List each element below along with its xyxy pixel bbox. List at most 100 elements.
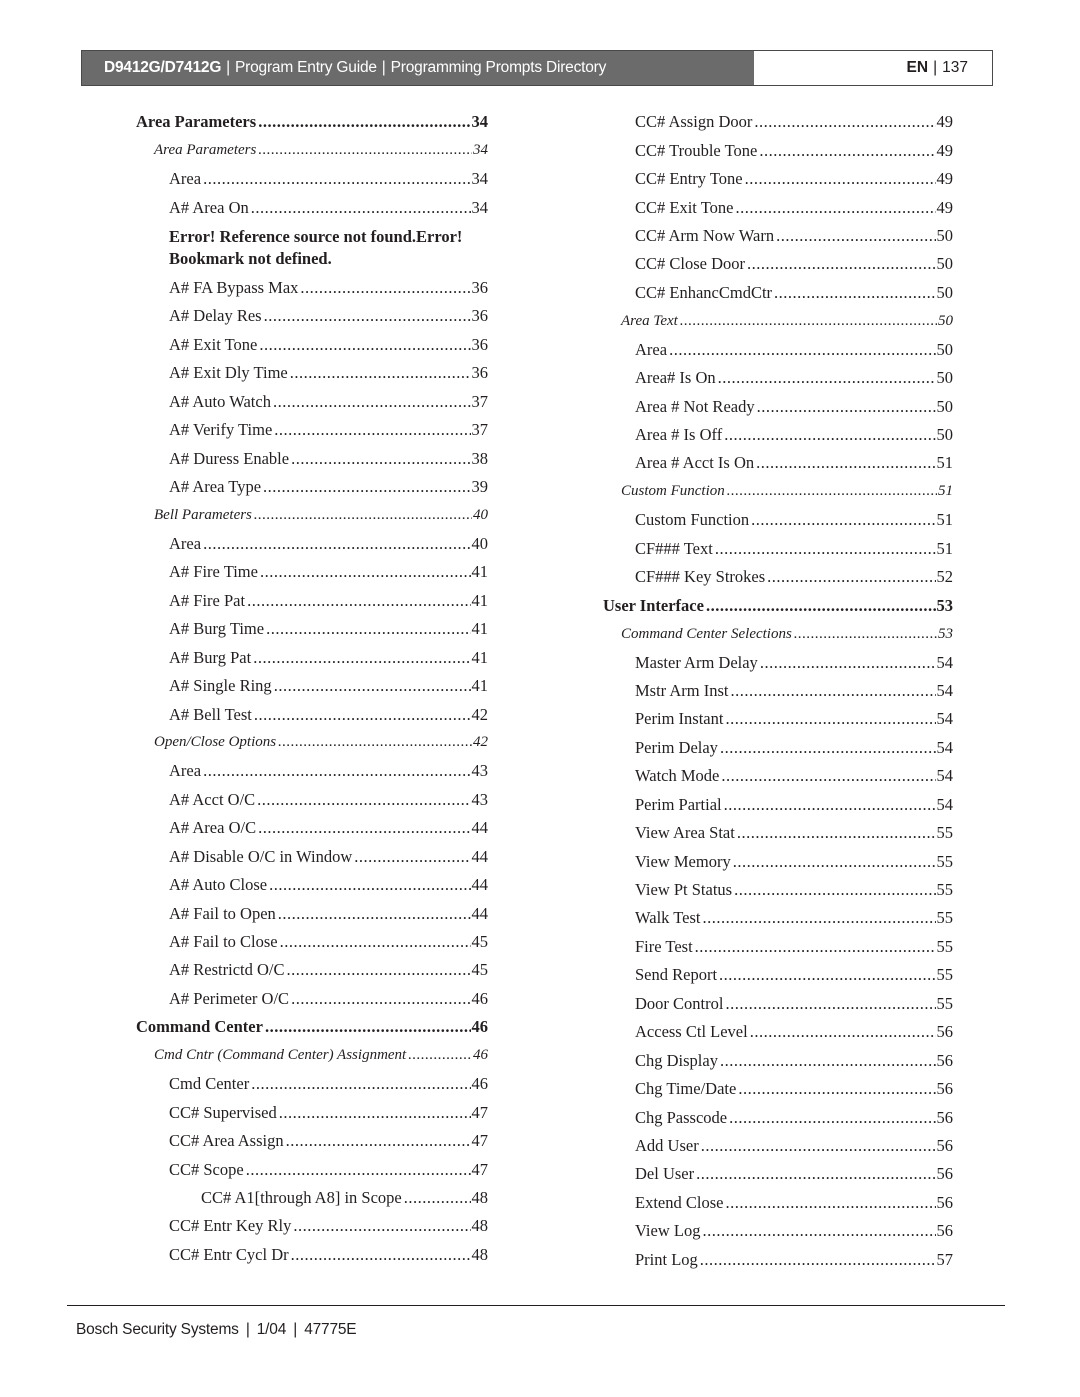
toc-entry[interactable]: Mstr Arm Inst 54 bbox=[603, 677, 953, 705]
toc-entry[interactable]: Perim Instant 54 bbox=[603, 705, 953, 733]
toc-entry[interactable]: Area# Is On 50 bbox=[603, 364, 953, 392]
toc-entry[interactable]: CC# Entry Tone 49 bbox=[603, 165, 953, 193]
toc-entry[interactable]: Chg Time/Date 56 bbox=[603, 1075, 953, 1103]
toc-entry[interactable]: Area # Acct Is On 51 bbox=[603, 449, 953, 477]
toc-subheading[interactable]: Cmd Cntr (Command Center) Assignment 46 bbox=[136, 1042, 488, 1070]
toc-entry[interactable]: View Log 56 bbox=[603, 1217, 953, 1245]
toc-entry[interactable]: A# Fail to Close 45 bbox=[136, 928, 488, 956]
toc-entry[interactable]: Print Log 57 bbox=[603, 1246, 953, 1274]
toc-dot-leader bbox=[774, 283, 935, 303]
toc-entry[interactable]: View Area Stat 55 bbox=[603, 819, 953, 847]
toc-entry[interactable]: Cmd Center 46 bbox=[136, 1070, 488, 1098]
toc-entry[interactable]: A# Fail to Open 44 bbox=[136, 899, 488, 927]
toc-entry-label: CC# Supervised bbox=[169, 1102, 278, 1123]
toc-entry[interactable]: CC# Entr Cycl Dr 48 bbox=[136, 1241, 488, 1269]
toc-entry-label: Area# Is On bbox=[635, 368, 717, 389]
toc-entry[interactable]: A# Auto Close 44 bbox=[136, 871, 488, 899]
toc-entry[interactable]: CC# Supervised 47 bbox=[136, 1098, 488, 1126]
toc-entry[interactable]: Master Arm Delay 54 bbox=[603, 648, 953, 676]
header-page-box: EN | 137 bbox=[754, 51, 992, 85]
toc-entry[interactable]: CF### Text 51 bbox=[603, 535, 953, 563]
toc-entry[interactable]: Del User 56 bbox=[603, 1160, 953, 1188]
toc-entry-page: 56 bbox=[936, 1164, 954, 1184]
toc-dot-leader bbox=[767, 567, 935, 587]
toc-entry-label: A# Fail to Close bbox=[169, 932, 279, 953]
toc-subheading[interactable]: Area Parameters 34 bbox=[136, 136, 488, 164]
toc-entry[interactable]: A# Burg Pat 41 bbox=[136, 643, 488, 671]
toc-entry[interactable]: A# Fire Time 41 bbox=[136, 558, 488, 586]
toc-entry[interactable]: A# Restrictd O/C 45 bbox=[136, 956, 488, 984]
toc-entry[interactable]: CC# Area Assign 47 bbox=[136, 1127, 488, 1155]
toc-entry[interactable]: A# Verify Time 37 bbox=[136, 416, 488, 444]
toc-subheading[interactable]: Area Text 50 bbox=[603, 307, 953, 335]
toc-entry[interactable]: Custom Function 51 bbox=[603, 506, 953, 534]
toc-entry[interactable]: A# Fire Pat 41 bbox=[136, 587, 488, 615]
toc-entry-label: A# Perimeter O/C bbox=[169, 988, 291, 1009]
toc-entry[interactable]: A# Exit Dly Time 36 bbox=[136, 359, 488, 387]
toc-subheading[interactable]: Bell Parameters 40 bbox=[136, 501, 488, 529]
toc-heading[interactable]: User Interface 53 bbox=[603, 591, 953, 619]
toc-entry-label: A# Auto Watch bbox=[169, 391, 272, 412]
toc-entry[interactable]: Area 43 bbox=[136, 757, 488, 785]
toc-entry[interactable]: View Memory 55 bbox=[603, 847, 953, 875]
toc-entry[interactable]: Walk Test 55 bbox=[603, 904, 953, 932]
toc-heading[interactable]: Command Center 46 bbox=[136, 1013, 488, 1041]
toc-entry[interactable]: Watch Mode 54 bbox=[603, 762, 953, 790]
toc-entry[interactable]: View Pt Status 55 bbox=[603, 876, 953, 904]
toc-entry[interactable]: CC# Trouble Tone 49 bbox=[603, 136, 953, 164]
toc-entry[interactable]: Area 50 bbox=[603, 336, 953, 364]
toc-entry[interactable]: A# Disable O/C in Window 44 bbox=[136, 843, 488, 871]
toc-entry[interactable]: CC# Close Door 50 bbox=[603, 250, 953, 278]
toc-entry-page: 46 bbox=[473, 1047, 488, 1064]
toc-entry[interactable]: Access Ctl Level 56 bbox=[603, 1018, 953, 1046]
toc-subheading[interactable]: Command Center Selections 53 bbox=[603, 620, 953, 648]
toc-entry[interactable]: Door Control 55 bbox=[603, 990, 953, 1018]
toc-entry[interactable]: A# Single Ring 41 bbox=[136, 672, 488, 700]
toc-entry[interactable]: Add User 56 bbox=[603, 1132, 953, 1160]
toc-entry-label: Command Center bbox=[136, 1017, 264, 1038]
toc-entry[interactable]: A# Duress Enable 38 bbox=[136, 444, 488, 472]
toc-entry[interactable]: A# Area Type 39 bbox=[136, 473, 488, 501]
toc-entry[interactable]: A# Auto Watch 37 bbox=[136, 388, 488, 416]
toc-entry[interactable]: Chg Display 56 bbox=[603, 1046, 953, 1074]
toc-entry-page: 49 bbox=[936, 197, 954, 217]
toc-entry[interactable]: A# Delay Res 36 bbox=[136, 302, 488, 330]
toc-entry[interactable]: CC# Entr Key Rly 48 bbox=[136, 1212, 488, 1240]
toc-entry[interactable]: A# FA Bypass Max 36 bbox=[136, 274, 488, 302]
toc-entry[interactable]: CC# Exit Tone 49 bbox=[603, 193, 953, 221]
toc-entry[interactable]: A# Area O/C 44 bbox=[136, 814, 488, 842]
toc-entry-page: 36 bbox=[471, 306, 489, 326]
toc-entry[interactable]: Perim Partial 54 bbox=[603, 791, 953, 819]
toc-heading[interactable]: Area Parameters 34 bbox=[136, 108, 488, 136]
toc-entry[interactable]: A# Perimeter O/C 46 bbox=[136, 985, 488, 1013]
toc-entry-page: 43 bbox=[471, 789, 489, 809]
toc-entry[interactable]: Area # Not Ready 50 bbox=[603, 392, 953, 420]
toc-entry[interactable]: Area # Is Off 50 bbox=[603, 421, 953, 449]
toc-entry[interactable]: A# Acct O/C 43 bbox=[136, 786, 488, 814]
toc-entry[interactable]: Area 34 bbox=[136, 165, 488, 193]
toc-entry[interactable]: A# Bell Test 42 bbox=[136, 700, 488, 728]
toc-entry[interactable]: Perim Delay 54 bbox=[603, 734, 953, 762]
toc-entry-label: A# Delay Res bbox=[169, 306, 263, 327]
toc-entry[interactable]: A# Area On 34 bbox=[136, 193, 488, 221]
toc-subheading[interactable]: Open/Close Options 42 bbox=[136, 729, 488, 757]
toc-entry[interactable]: CC# EnhancCmdCtr 50 bbox=[603, 279, 953, 307]
toc-entry[interactable]: CC# Assign Door 49 bbox=[603, 108, 953, 136]
toc-entry-label: View Memory bbox=[635, 851, 732, 872]
toc-entry[interactable]: CF### Key Strokes 52 bbox=[603, 563, 953, 591]
toc-subheading[interactable]: Custom Function 51 bbox=[603, 478, 953, 506]
toc-entry-label: CC# EnhancCmdCtr bbox=[635, 282, 774, 303]
toc-entry[interactable]: CC# A1[through A8] in Scope 48 bbox=[136, 1184, 488, 1212]
toc-entry[interactable]: A# Burg Time 41 bbox=[136, 615, 488, 643]
toc-entry[interactable]: Area 40 bbox=[136, 530, 488, 558]
toc-entry[interactable]: Extend Close 56 bbox=[603, 1189, 953, 1217]
toc-entry[interactable]: Fire Test 55 bbox=[603, 933, 953, 961]
toc-error-entry[interactable]: Error! Reference source not found.Error!… bbox=[136, 222, 488, 274]
toc-entry[interactable]: Send Report 55 bbox=[603, 961, 953, 989]
toc-entry[interactable]: A# Exit Tone 36 bbox=[136, 331, 488, 359]
toc-entry[interactable]: Chg Passcode 56 bbox=[603, 1103, 953, 1131]
toc-entry[interactable]: CC# Scope 47 bbox=[136, 1155, 488, 1183]
toc-entry-page: 44 bbox=[471, 818, 489, 838]
toc-entry[interactable]: CC# Arm Now Warn 50 bbox=[603, 222, 953, 250]
toc-entry-page: 51 bbox=[936, 453, 954, 473]
